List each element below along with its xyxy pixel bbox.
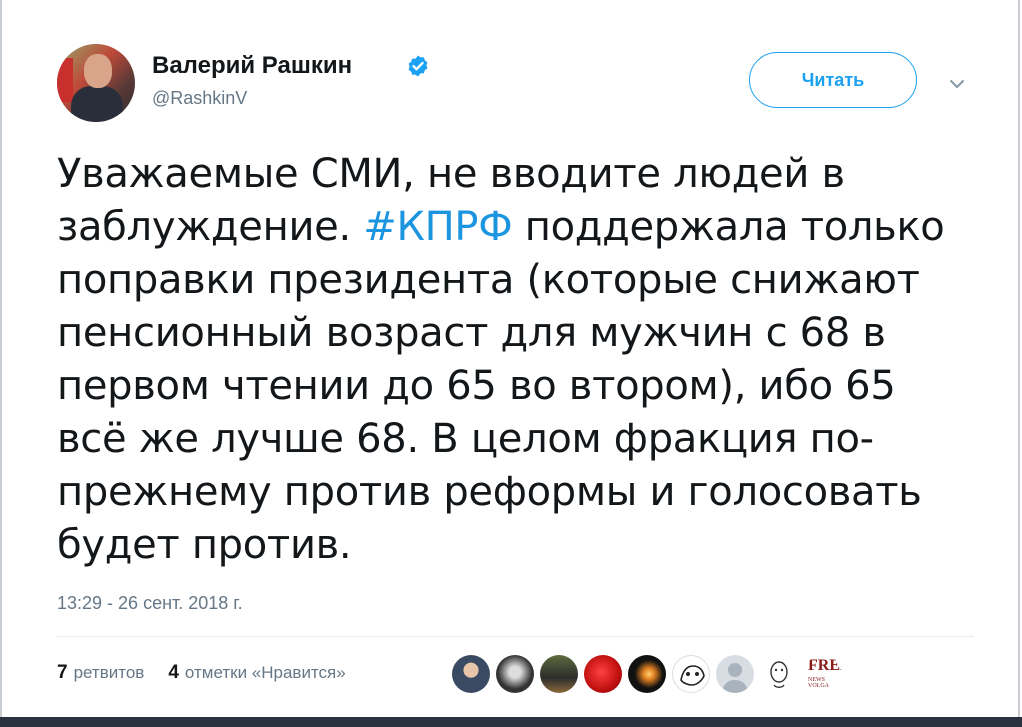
tweet-line: первом чтении до 65 во втором), ибо 65	[57, 363, 896, 409]
liker-avatar[interactable]	[760, 655, 798, 693]
liker-avatar[interactable]	[716, 655, 754, 693]
likes-count[interactable]: 4	[168, 662, 179, 684]
tweet-line: прежнему против реформы и голосовать	[57, 469, 922, 515]
tweet-line: пенсионный возраст для мужчин с 68 в	[57, 310, 886, 356]
tweet-line-part: заблуждение.	[57, 204, 364, 250]
verified-badge-icon	[408, 55, 428, 77]
divider	[57, 636, 974, 637]
liker-avatar[interactable]	[496, 655, 534, 693]
tweet-line: всё же лучше 68. В целом фракция по-	[57, 416, 874, 462]
liker-avatar[interactable]	[584, 655, 622, 693]
tweet-line: заблуждение. #КПРФ поддержала только	[57, 201, 945, 254]
liker-avatar[interactable]	[452, 655, 490, 693]
liker-avatar[interactable]: FREE NEWS VOLGA	[804, 655, 842, 693]
likers-avatars: FREE NEWS VOLGA	[452, 655, 842, 695]
author-name[interactable]: Валерий Рашкин	[152, 52, 352, 80]
tweet-text: Уважаемые СМИ, не вводите людей в заблуж…	[57, 148, 945, 572]
tweet-line: Уважаемые СМИ, не вводите людей в	[57, 151, 845, 197]
follow-button[interactable]: Читать	[749, 52, 917, 108]
retweets-count[interactable]: 7	[57, 662, 68, 684]
likes-label[interactable]: отметки «Нравится»	[185, 663, 346, 683]
logo-subtext: NEWS VOLGA	[808, 677, 829, 689]
liker-avatar[interactable]	[540, 655, 578, 693]
author-handle[interactable]: @RashkinV	[152, 88, 247, 109]
chevron-down-icon[interactable]	[945, 72, 969, 96]
tweet-stats: 7 ретвитов 4 отметки «Нравится»	[57, 662, 346, 684]
author-avatar[interactable]	[57, 44, 135, 122]
tweet-timestamp[interactable]: 13:29 - 26 сент. 2018 г.	[57, 593, 243, 614]
tweet-line: будет против.	[57, 522, 352, 568]
liker-avatar[interactable]	[672, 655, 710, 693]
tweet-line-part: поддержала только	[512, 204, 945, 250]
hashtag-link[interactable]: #КПРФ	[363, 204, 512, 250]
window-bottom-bar	[0, 717, 1022, 727]
retweets-label[interactable]: ретвитов	[74, 663, 145, 683]
logo-text: FREE	[808, 657, 842, 674]
liker-avatar[interactable]	[628, 655, 666, 693]
tweet-line: поправки президента (которые снижают	[57, 257, 920, 303]
